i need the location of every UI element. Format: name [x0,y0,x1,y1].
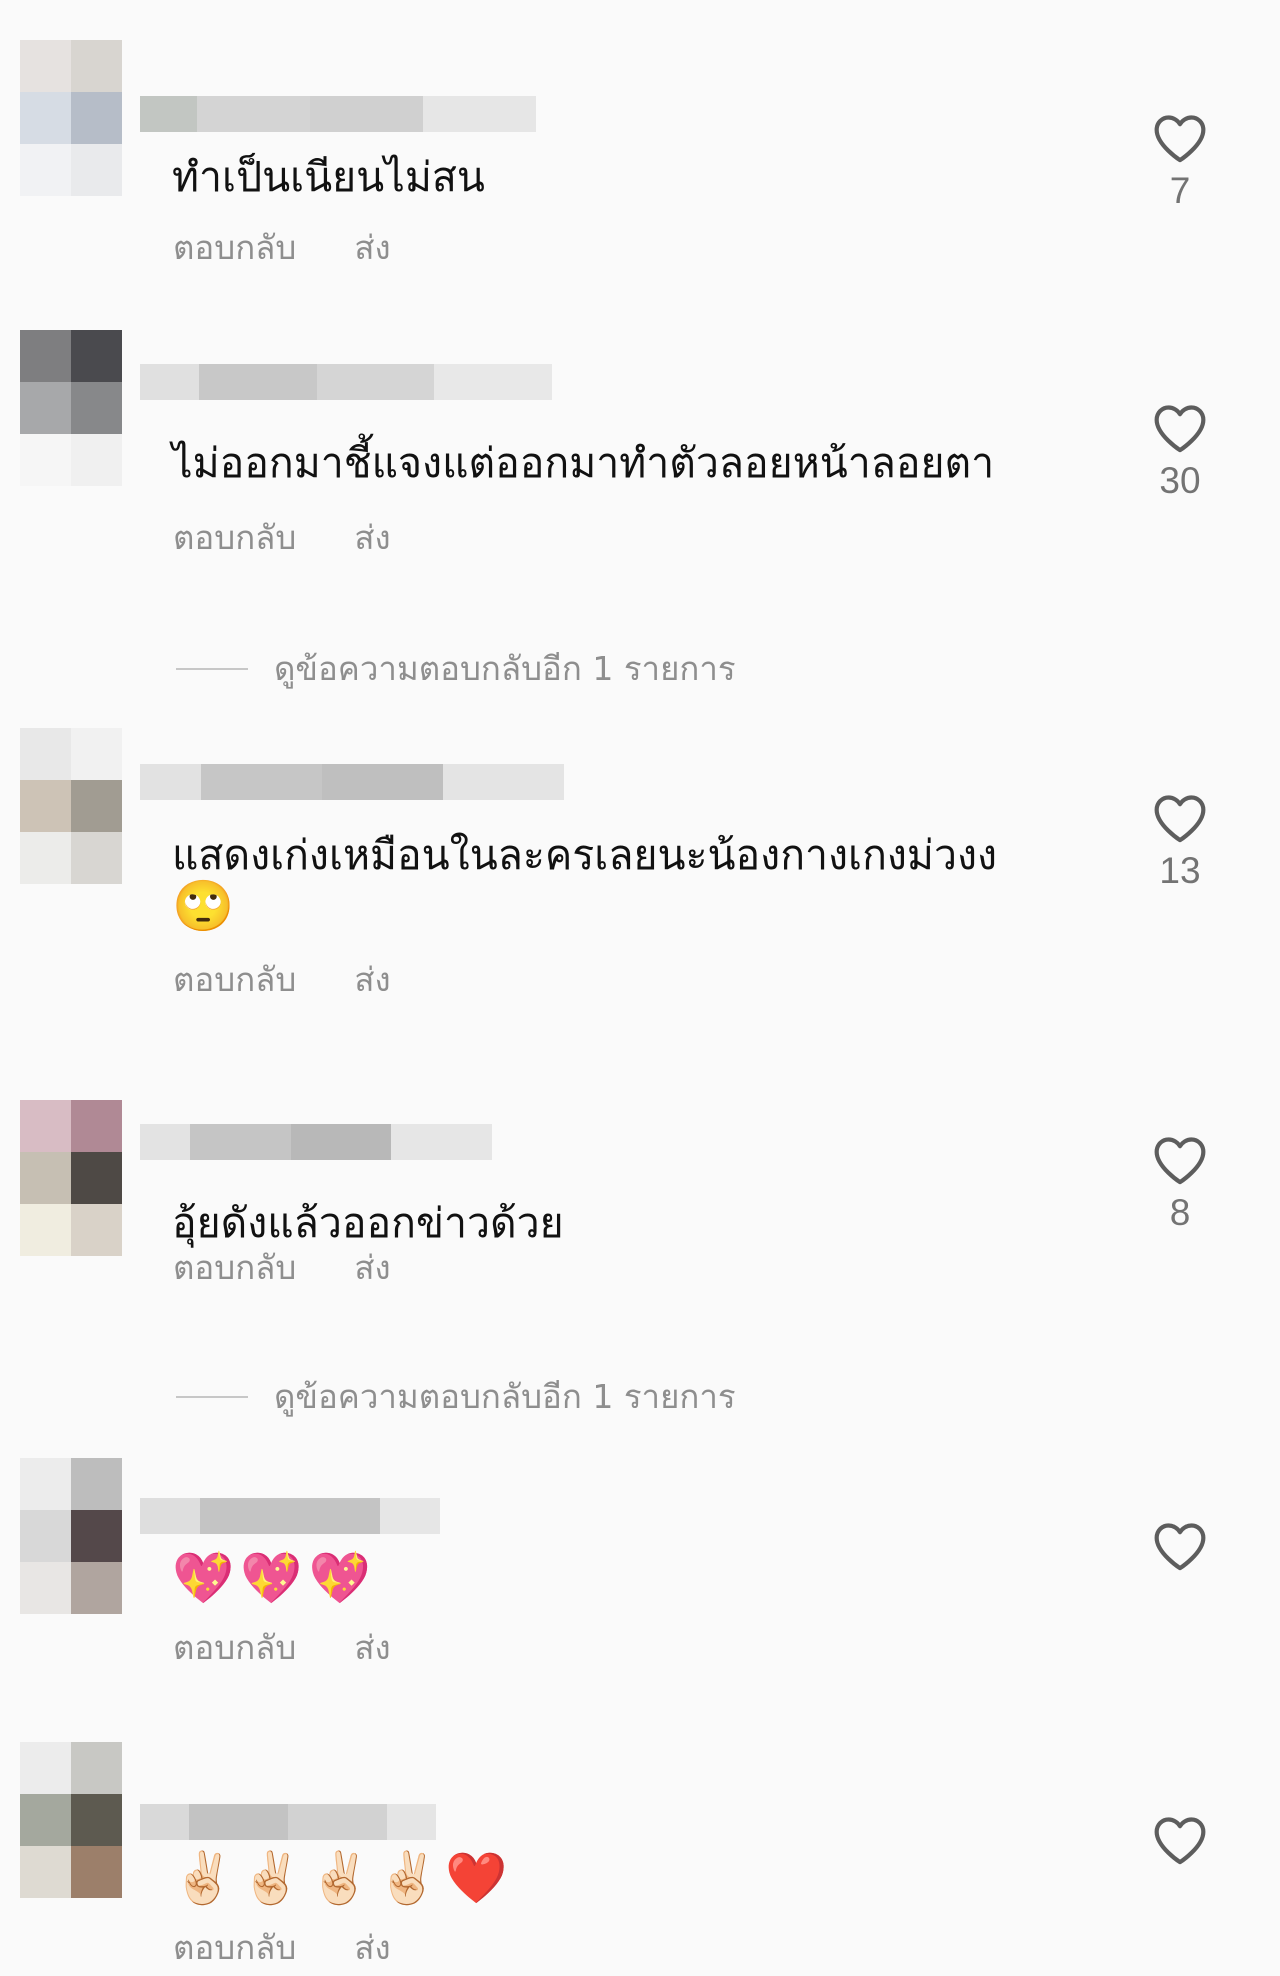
send-button[interactable]: ส่ง [354,1628,390,1668]
comment-emoji: 🙄 [172,877,241,935]
heart-icon[interactable] [1152,1520,1208,1572]
heart-icon[interactable] [1152,402,1208,454]
username-blurred[interactable] [140,764,564,800]
send-button[interactable]: ส่ง [354,518,390,558]
send-button[interactable]: ส่ง [354,228,390,268]
username-blurred[interactable] [140,96,536,132]
view-more-replies-button[interactable]: ดูข้อความตอบกลับอีก 1 รายการ [176,1370,736,1423]
reply-button[interactable]: ตอบกลับ [173,228,296,268]
heart-icon[interactable] [1152,792,1208,844]
comment-actions: ตอบกลับ ส่ง [173,1248,391,1288]
like-control [1148,1520,1212,1572]
divider [176,1395,248,1398]
comment-emoji: ✌🏻✌🏻✌🏻✌🏻❤️ [172,1849,514,1907]
comment-actions: ตอบกลับ ส่ง [173,228,391,268]
heart-icon[interactable] [1152,112,1208,164]
avatar[interactable] [20,1742,122,1898]
divider [176,667,248,670]
view-more-replies-label: ดูข้อความตอบกลับอีก 1 รายการ [274,1377,736,1416]
reply-button[interactable]: ตอบกลับ [173,1248,296,1288]
like-count: 7 [1169,170,1191,211]
comment-text: แสดงเก่งเหมือนในละครเลยนะน้องกางเกงม่วงง [172,831,998,879]
like-control: 7 [1148,112,1212,212]
comment-text: ทำเป็นเนียนไม่สน [172,153,485,201]
comment-actions: ตอบกลับ ส่ง [173,960,391,1000]
like-count: 30 [1159,460,1201,501]
username-blurred[interactable] [140,1124,493,1160]
like-count: 8 [1169,1192,1191,1233]
username-blurred[interactable] [140,364,553,400]
like-control: 30 [1148,402,1212,502]
comment-actions: ตอบกลับ ส่ง [173,1628,391,1668]
heart-icon[interactable] [1152,1134,1208,1186]
heart-icon[interactable] [1152,1814,1208,1866]
like-count: 13 [1159,850,1201,891]
view-more-replies-button[interactable]: ดูข้อความตอบกลับอีก 1 รายการ [176,642,736,695]
username-blurred[interactable] [140,1498,440,1534]
reply-button[interactable]: ตอบกลับ [173,1928,296,1968]
reply-button[interactable]: ตอบกลับ [173,1628,296,1668]
avatar[interactable] [20,728,122,884]
comment-actions: ตอบกลับ ส่ง [173,518,391,558]
avatar[interactable] [20,1458,122,1614]
reply-button[interactable]: ตอบกลับ [173,518,296,558]
send-button[interactable]: ส่ง [354,1928,390,1968]
comment-text: อุ้ยดังแล้วออกข่าวด้วย [172,1199,564,1247]
send-button[interactable]: ส่ง [354,960,390,1000]
reply-button[interactable]: ตอบกลับ [173,960,296,1000]
avatar[interactable] [20,40,122,196]
avatar[interactable] [20,330,122,486]
send-button[interactable]: ส่ง [354,1248,390,1288]
username-blurred[interactable] [140,1804,436,1840]
like-control [1148,1814,1212,1866]
like-control: 8 [1148,1134,1212,1234]
comment-emoji: 💖💖💖 [172,1549,377,1607]
view-more-replies-label: ดูข้อความตอบกลับอีก 1 รายการ [274,649,736,688]
comment-actions: ตอบกลับ ส่ง [173,1928,391,1968]
comment-text: ไม่ออกมาชี้แจงแต่ออกมาทำตัวลอยหน้าลอยตา [172,439,995,487]
avatar[interactable] [20,1100,122,1256]
like-control: 13 [1148,792,1212,892]
